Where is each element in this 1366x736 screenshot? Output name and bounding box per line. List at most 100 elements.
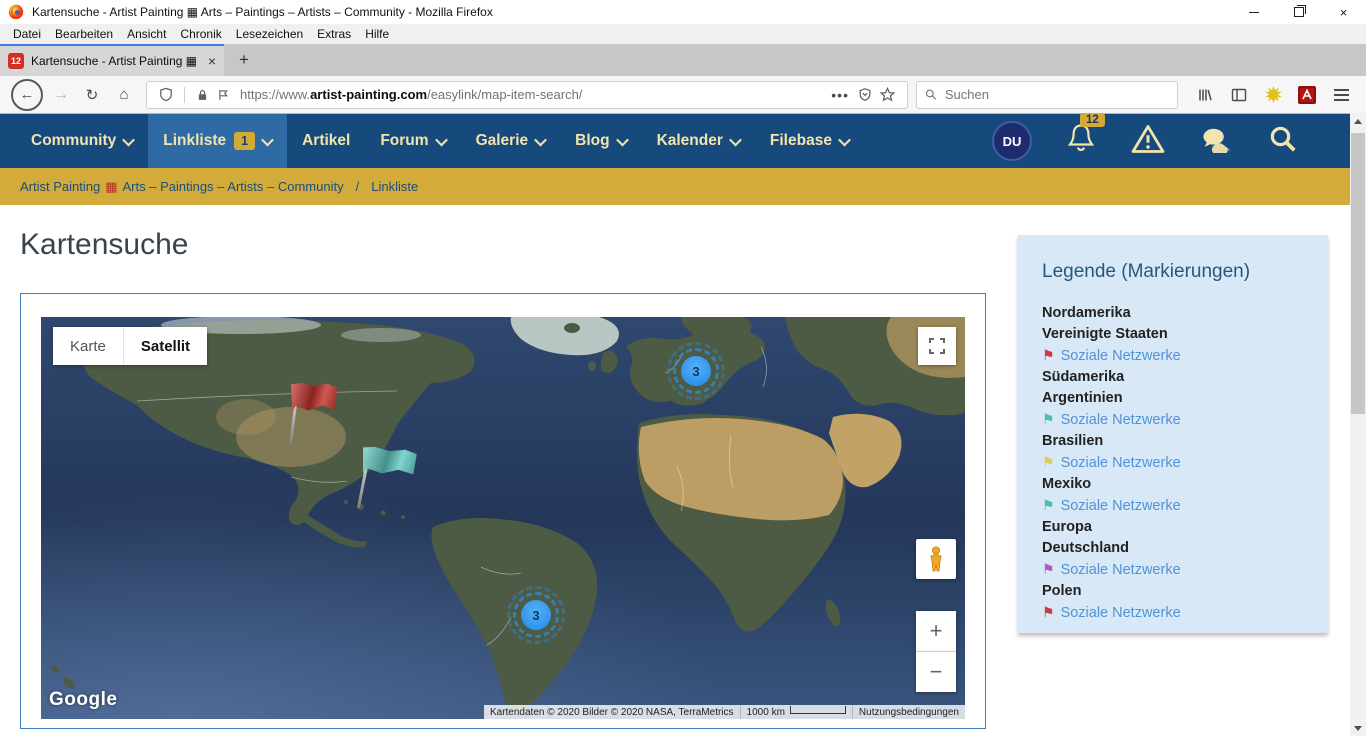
adobe-acrobat-icon[interactable]: [1293, 81, 1321, 109]
fullscreen-icon: [929, 338, 945, 354]
cluster-marker-brazil[interactable]: 3: [521, 600, 551, 630]
notifications-bell[interactable]: 12: [1066, 123, 1096, 160]
scroll-down-arrow[interactable]: [1350, 720, 1366, 736]
flag-marker-mexico[interactable]: [355, 446, 421, 512]
menu-bearbeiten[interactable]: Bearbeiten: [48, 27, 120, 41]
bookmark-star-icon[interactable]: [880, 87, 895, 102]
legend-link[interactable]: Soziale Netzwerke: [1061, 562, 1181, 578]
legend-link-row: ⚑ Soziale Netzwerke: [1042, 495, 1304, 517]
terms-link[interactable]: Nutzungsbedingungen: [853, 705, 965, 719]
pocket-icon[interactable]: [858, 87, 872, 102]
menu-chronik[interactable]: Chronik: [173, 27, 228, 41]
nav-blog[interactable]: Blog: [560, 114, 641, 168]
close-button[interactable]: ×: [1321, 0, 1366, 24]
nav-artikel[interactable]: Artikel: [287, 114, 365, 168]
bell-icon: [1066, 123, 1096, 155]
user-avatar[interactable]: DU: [992, 121, 1032, 161]
legend-country: Deutschland: [1042, 538, 1304, 559]
site-nav: Community Linkliste1 Artikel Forum Galer…: [0, 114, 1350, 168]
scroll-up-arrow[interactable]: [1350, 113, 1366, 129]
legend-region: Nordamerika: [1042, 303, 1304, 324]
map-type-karte-button[interactable]: Karte: [53, 327, 123, 365]
chevron-down-icon: [122, 133, 135, 146]
url-text[interactable]: https://www.artist-painting.com/easylink…: [240, 87, 826, 102]
nav-filebase[interactable]: Filebase: [755, 114, 864, 168]
favicon-badge: 12: [8, 53, 24, 69]
flag-icon: ⚑: [1042, 411, 1055, 427]
tab-close-icon[interactable]: ×: [208, 53, 216, 69]
menu-lesezeichen[interactable]: Lesezeichen: [229, 27, 310, 41]
flag-marker-us[interactable]: [287, 383, 339, 447]
pegman-icon: [926, 546, 946, 572]
extension-starburst-icon[interactable]: [1259, 81, 1287, 109]
new-tab-button[interactable]: +: [232, 48, 256, 72]
menu-extras[interactable]: Extras: [310, 27, 358, 41]
search-input[interactable]: [943, 86, 1169, 103]
legend-region: Europa: [1042, 517, 1304, 538]
attribution-text: Kartendaten © 2020 Bilder © 2020 NASA, T…: [484, 705, 740, 719]
cluster-marker-europe[interactable]: 3: [681, 356, 711, 386]
lock-icon[interactable]: [196, 88, 209, 102]
title-bar: Kartensuche - Artist Painting ▦ Arts – P…: [0, 0, 1366, 24]
legend-title: Legende (Markierungen): [1042, 261, 1304, 283]
scale-bar: [790, 706, 846, 714]
scrollbar-thumb[interactable]: [1351, 133, 1365, 414]
zoom-out-button[interactable]: −: [916, 652, 956, 692]
legend-panel: Legende (Markierungen) Nordamerika Verei…: [1018, 235, 1328, 633]
reload-button[interactable]: ↻: [79, 82, 105, 108]
menu-datei[interactable]: Datei: [6, 27, 48, 41]
minimize-button[interactable]: [1231, 0, 1276, 24]
zoom-in-button[interactable]: +: [916, 611, 956, 652]
hamburger-menu-icon[interactable]: [1327, 81, 1355, 109]
legend-link[interactable]: Soziale Netzwerke: [1061, 412, 1181, 428]
url-bar[interactable]: https://www.artist-painting.com/easylink…: [146, 81, 908, 109]
browser-toolbar: ← → ↻ ⌂ https://www.artist-painting.com/…: [0, 76, 1366, 114]
nav-community[interactable]: Community: [16, 114, 148, 168]
search-icon: [925, 88, 937, 101]
breadcrumb-separator: /: [356, 179, 360, 194]
breadcrumb-current[interactable]: Linkliste: [371, 179, 418, 194]
restore-button[interactable]: [1276, 0, 1321, 24]
moderation-alerts[interactable]: [1130, 124, 1166, 159]
chevron-down-icon: [435, 133, 448, 146]
conversations[interactable]: [1200, 125, 1234, 158]
nav-linkliste[interactable]: Linkliste1: [148, 114, 287, 168]
map-type-control: Karte Satellit: [53, 327, 207, 365]
google-logo[interactable]: Google: [49, 689, 117, 711]
flag-icon: ⚑: [1042, 497, 1055, 513]
breadcrumb-site-link[interactable]: Artist Painting▦Arts – Paintings – Artis…: [20, 179, 344, 195]
search-bar[interactable]: [916, 81, 1178, 109]
nav-forum[interactable]: Forum: [365, 114, 460, 168]
legend-country: Vereinigte Staaten: [1042, 324, 1304, 345]
menu-ansicht[interactable]: Ansicht: [120, 27, 173, 41]
legend-link-row: ⚑ Soziale Netzwerke: [1042, 452, 1304, 474]
google-map[interactable]: Karte Satellit + − 3: [41, 317, 965, 719]
notifications-count-badge: 12: [1080, 113, 1105, 127]
nav-galerie[interactable]: Galerie: [461, 114, 561, 168]
pegman-button[interactable]: [916, 539, 956, 579]
fullscreen-button[interactable]: [918, 327, 956, 365]
page-actions-icon[interactable]: •••: [831, 87, 849, 103]
shield-icon[interactable]: [159, 87, 173, 102]
sidebar-toggle-icon[interactable]: [1225, 81, 1253, 109]
page-scrollbar[interactable]: [1350, 113, 1366, 736]
nav-kalender[interactable]: Kalender: [642, 114, 755, 168]
legend-link[interactable]: Soziale Netzwerke: [1061, 348, 1181, 364]
legend-link[interactable]: Soziale Netzwerke: [1061, 455, 1181, 471]
active-tab[interactable]: 12 Kartensuche - Artist Painting ▦ ×: [0, 44, 224, 76]
library-icon[interactable]: [1191, 81, 1219, 109]
legend-country: Mexiko: [1042, 474, 1304, 495]
legend-link[interactable]: Soziale Netzwerke: [1061, 605, 1181, 621]
legend-link[interactable]: Soziale Netzwerke: [1061, 498, 1181, 514]
home-button[interactable]: ⌂: [111, 82, 137, 108]
map-type-satellit-button[interactable]: Satellit: [123, 327, 207, 365]
tab-bar: 12 Kartensuche - Artist Painting ▦ × +: [0, 44, 1366, 76]
flag-icon: ⚑: [1042, 454, 1055, 470]
magnifier-icon: [1268, 124, 1298, 154]
site-search[interactable]: [1268, 124, 1298, 159]
menu-hilfe[interactable]: Hilfe: [358, 27, 396, 41]
linkliste-count-badge: 1: [234, 132, 255, 150]
permissions-icon[interactable]: [217, 88, 230, 102]
back-button[interactable]: ←: [11, 79, 43, 111]
url-domain: artist-painting.com: [310, 87, 427, 102]
